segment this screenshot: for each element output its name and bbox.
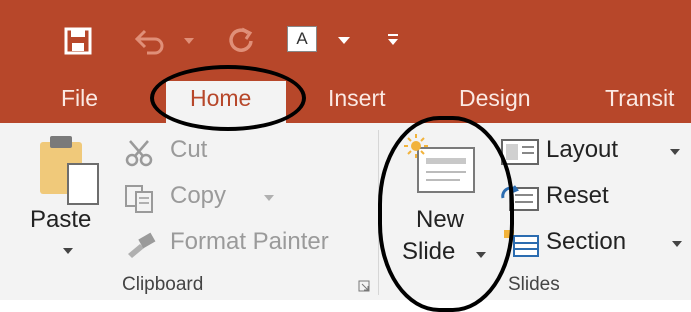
scissors-icon bbox=[124, 138, 154, 168]
layout-label: Layout bbox=[546, 136, 619, 163]
paste-label: Paste bbox=[30, 206, 92, 233]
tab-transitions[interactable]: Transit bbox=[605, 85, 674, 112]
paintbrush-icon bbox=[126, 232, 156, 258]
redo-icon[interactable] bbox=[226, 25, 256, 55]
undo-icon[interactable] bbox=[133, 27, 167, 55]
new-slide-button[interactable]: New Slide bbox=[392, 130, 497, 280]
new-slide-dropdown-icon[interactable] bbox=[476, 252, 486, 258]
new-slide-icon bbox=[404, 134, 478, 200]
section-label: Section bbox=[546, 228, 627, 255]
font-box-letter: A bbox=[287, 26, 317, 52]
section-icon bbox=[500, 228, 540, 260]
section-dropdown-icon[interactable] bbox=[672, 241, 682, 247]
tab-insert[interactable]: Insert bbox=[328, 85, 386, 112]
new-slide-label-line1: New bbox=[416, 206, 465, 233]
layout-dropdown-icon[interactable] bbox=[670, 149, 680, 155]
tab-design[interactable]: Design bbox=[459, 85, 531, 112]
layout-button[interactable]: Layout bbox=[500, 134, 685, 170]
font-box-dropdown-icon[interactable] bbox=[338, 37, 350, 44]
copy-label: Copy bbox=[170, 182, 227, 209]
copy-dropdown-icon[interactable] bbox=[264, 195, 274, 201]
layout-icon bbox=[500, 138, 540, 166]
font-color-box[interactable]: A bbox=[287, 26, 317, 52]
reset-label: Reset bbox=[546, 182, 609, 209]
paste-dropdown-icon[interactable] bbox=[63, 248, 73, 254]
group-separator bbox=[378, 130, 379, 295]
clipboard-icon bbox=[38, 134, 104, 206]
format-painter-label: Format Painter bbox=[170, 228, 329, 255]
copy-icon bbox=[124, 184, 156, 214]
undo-dropdown-icon[interactable] bbox=[184, 38, 194, 44]
clipboard-dialog-launcher-icon[interactable] bbox=[358, 280, 370, 292]
reset-button[interactable]: Reset bbox=[500, 180, 630, 216]
copy-button[interactable]: Copy bbox=[124, 180, 284, 216]
cut-button[interactable]: Cut bbox=[124, 134, 234, 170]
paste-button[interactable]: Paste bbox=[30, 130, 110, 270]
slides-group-label: Slides bbox=[508, 274, 560, 295]
new-slide-label-line2: Slide bbox=[402, 238, 456, 265]
tab-file[interactable]: File bbox=[61, 85, 98, 112]
customize-toolbar-icon[interactable] bbox=[387, 32, 399, 46]
cut-label: Cut bbox=[170, 136, 208, 163]
tab-home[interactable]: Home bbox=[190, 85, 251, 112]
section-button[interactable]: Section bbox=[500, 226, 685, 262]
save-icon[interactable] bbox=[63, 26, 93, 56]
clipboard-group-label: Clipboard bbox=[122, 274, 204, 295]
format-painter-button[interactable]: Format Painter bbox=[124, 226, 369, 262]
reset-icon bbox=[500, 184, 540, 212]
